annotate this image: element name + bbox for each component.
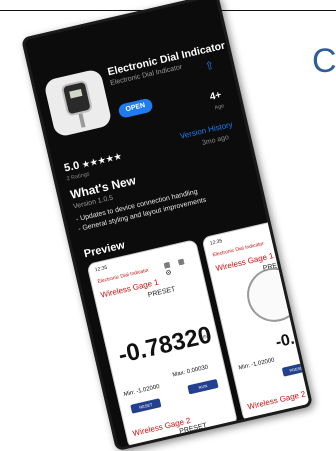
min-value: Min: -1.02000 <box>238 357 276 372</box>
app-store-screenshot: Electronic Dial Indicator Electronic Dia… <box>20 0 314 451</box>
share-icon[interactable]: ⇧ <box>204 58 218 74</box>
dial-stem <box>78 113 86 128</box>
analog-dial <box>241 262 307 328</box>
dial-screen <box>69 88 83 99</box>
updated-ago: 3mo ago <box>201 134 230 147</box>
rating-value: 5.0 <box>63 159 81 175</box>
gauge-2-name: Wireless Gage 2 <box>246 389 307 412</box>
age-rating: 4+ <box>208 89 223 103</box>
max-value: Max: 0.00030 <box>172 364 209 379</box>
dial-indicator-icon <box>60 79 94 117</box>
reading-value: -0.78320 <box>115 321 215 369</box>
status-time: 12:35 <box>94 264 108 274</box>
age-label: Age <box>213 103 225 112</box>
open-button[interactable]: OPEN <box>117 97 154 119</box>
reading-unit: IN <box>202 333 209 341</box>
star-icons: ★★★★★ <box>81 151 124 170</box>
grid-icon: ▦ ▦ ⚙ <box>163 257 189 278</box>
status-time: 12:35 <box>209 238 223 247</box>
preset-button: PRESET <box>281 361 314 377</box>
min-value: Min: -1.02000 <box>123 383 161 399</box>
rating: 5.0 ★★★★★ <box>63 150 124 175</box>
run-button: RUN <box>187 378 219 395</box>
page-letter: C <box>312 42 336 80</box>
reset-button: RESET <box>130 398 162 414</box>
app-icon[interactable] <box>43 68 113 138</box>
reading-value: -0.783 <box>274 324 314 352</box>
